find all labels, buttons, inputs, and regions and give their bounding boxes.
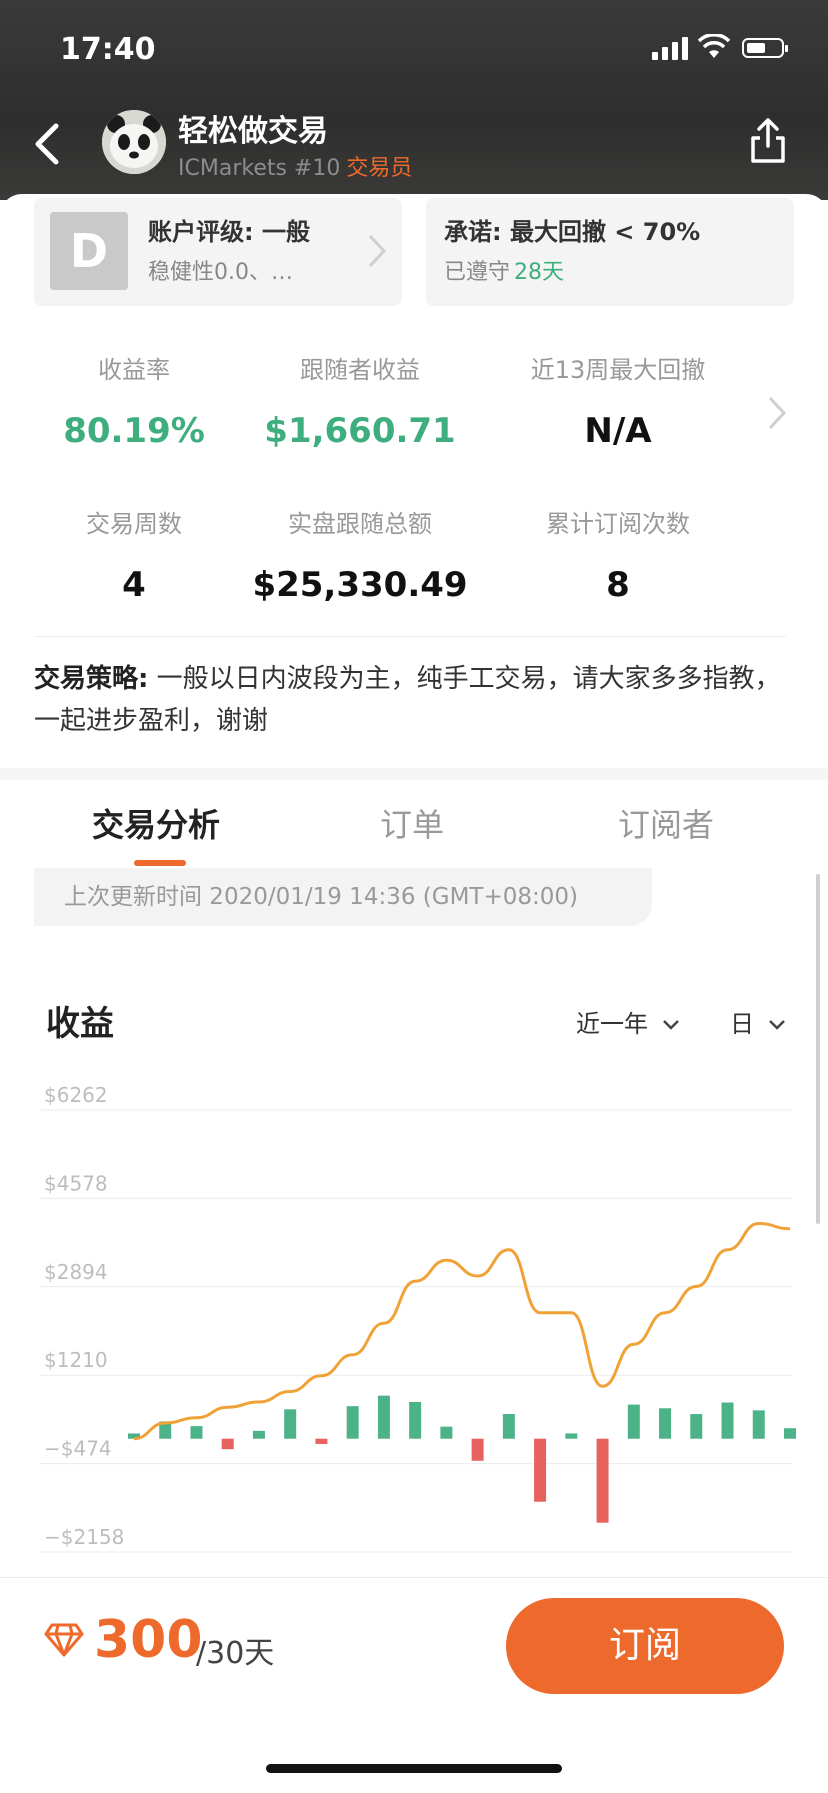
commitment-kept-label: 已遵守 xyxy=(444,260,511,285)
avatar[interactable] xyxy=(102,110,166,174)
range-label: 近一年 xyxy=(576,1010,648,1038)
y-tick-label: −$474 xyxy=(44,1437,112,1461)
divider xyxy=(34,636,786,637)
y-tick-label: −$2158 xyxy=(44,1525,124,1549)
stat-trading-weeks: 交易周数 4 xyxy=(14,504,254,605)
home-indicator xyxy=(266,1764,562,1773)
stat-value: 4 xyxy=(122,565,146,605)
profit-bar xyxy=(534,1438,547,1502)
stat-label: 跟随者收益 xyxy=(300,356,420,384)
stat-value: 80.19% xyxy=(63,411,205,451)
trader-subtitle: ICMarkets #10 交易员 xyxy=(178,150,412,182)
subscribe-button[interactable]: 订阅 xyxy=(506,1598,784,1694)
battery-icon xyxy=(742,38,788,58)
y-tick-label: $1210 xyxy=(44,1348,108,1372)
y-tick-label: $4578 xyxy=(44,1171,108,1195)
y-tick-label: $6262 xyxy=(44,1083,108,1107)
share-icon[interactable] xyxy=(748,116,788,166)
profit-bar xyxy=(315,1438,328,1444)
profit-bar xyxy=(502,1414,515,1439)
rating-title: 账户评级: 一般 xyxy=(148,218,310,246)
stats-chevron-right-icon[interactable] xyxy=(766,394,788,432)
trader-name: 轻松做交易 xyxy=(178,114,328,149)
stat-value: 8 xyxy=(606,565,630,605)
chevron-right-icon xyxy=(368,234,387,268)
panda-avatar-icon xyxy=(102,110,166,174)
strategy-label: 交易策略: xyxy=(34,664,149,694)
commitment-status: 已遵守 28天 xyxy=(444,254,564,286)
cellular-signal-icon xyxy=(652,36,688,60)
commitment-days: 28天 xyxy=(514,260,565,285)
tab-trading-analysis[interactable]: 交易分析 xyxy=(92,800,220,846)
stat-value: $25,330.49 xyxy=(252,565,468,605)
chart-title: 收益 xyxy=(46,1004,114,1044)
profit-chart: $6262 $4578 $2894 $1210 −$474 −$2158 xyxy=(40,1083,796,1553)
stat-label: 交易周数 xyxy=(86,510,182,538)
rating-grade-badge: D xyxy=(50,212,128,290)
profit-bar xyxy=(252,1430,265,1439)
profit-bar xyxy=(690,1414,703,1439)
profit-bar xyxy=(440,1426,453,1439)
commitment-title: 承诺: 最大回撤 < 70% xyxy=(444,218,701,246)
profit-bar xyxy=(627,1404,640,1439)
profit-bar xyxy=(221,1438,234,1450)
diamond-icon xyxy=(44,1623,84,1657)
profit-bar xyxy=(596,1438,609,1523)
chevron-down-icon xyxy=(662,1020,679,1030)
cumulative-profit-line xyxy=(133,1221,791,1441)
back-arrow-icon[interactable] xyxy=(28,120,68,168)
y-tick-label: $2894 xyxy=(44,1260,108,1284)
range-dropdown[interactable]: 近一年 xyxy=(576,1004,680,1039)
tab-orders[interactable]: 订单 xyxy=(380,800,444,846)
stat-max-drawdown: 近13周最大回撤 N/A xyxy=(498,350,738,451)
commitment-card: 承诺: 最大回撤 < 70% 已遵守 28天 xyxy=(426,198,794,306)
trading-strategy: 交易策略: 一般以日内波段为主，纯手工交易，请大家多多指教，一起进步盈利，谢谢 xyxy=(34,658,796,742)
rating-detail: 稳健性0.0、… xyxy=(148,260,293,285)
profit-bar xyxy=(190,1426,203,1439)
stat-value: N/A xyxy=(584,411,652,451)
profit-bar xyxy=(659,1408,672,1439)
stat-subscription-count: 累计订阅次数 8 xyxy=(498,504,738,605)
status-time: 17:40 xyxy=(60,32,156,67)
stat-return-rate: 收益率 80.19% xyxy=(14,350,254,451)
account-rating-card[interactable]: D 账户评级: 一般 稳健性0.0、… xyxy=(34,198,402,306)
stat-label: 累计订阅次数 xyxy=(546,510,690,538)
stat-follow-total: 实盘跟随总额 $25,330.49 xyxy=(240,504,480,605)
last-update-banner: 上次更新时间 2020/01/19 14:36 (GMT+08:00) xyxy=(34,868,652,926)
tab-active-indicator xyxy=(134,860,186,866)
profit-bar xyxy=(565,1433,578,1439)
profit-bar xyxy=(409,1401,422,1439)
chevron-down-icon xyxy=(768,1020,785,1030)
profile-header: 17:40 轻松做交易 ICMarkets #10 交易员 xyxy=(0,0,828,200)
stat-label: 近13周最大回撤 xyxy=(530,356,706,384)
profit-bar xyxy=(377,1395,390,1439)
wifi-icon xyxy=(698,34,730,58)
broker-label: ICMarkets #10 xyxy=(178,156,341,181)
profit-bar xyxy=(346,1406,359,1439)
granularity-dropdown[interactable]: 日 xyxy=(730,1004,786,1039)
granularity-label: 日 xyxy=(730,1010,754,1038)
tab-subscribers[interactable]: 订阅者 xyxy=(618,800,714,846)
profit-bar xyxy=(752,1410,765,1439)
profit-bar xyxy=(471,1438,484,1461)
stat-label: 收益率 xyxy=(98,356,170,384)
stat-label: 实盘跟随总额 xyxy=(288,510,432,538)
role-label: 交易员 xyxy=(346,156,413,181)
price-period: /30天 xyxy=(196,1636,275,1671)
price-value: 300 xyxy=(94,1610,203,1670)
profit-bar xyxy=(284,1409,297,1439)
section-separator xyxy=(0,768,828,780)
profit-bar xyxy=(721,1402,734,1439)
profit-bar xyxy=(784,1428,796,1439)
stat-follower-profit: 跟随者收益 $1,660.71 xyxy=(240,350,480,451)
stat-value: $1,660.71 xyxy=(264,411,456,451)
